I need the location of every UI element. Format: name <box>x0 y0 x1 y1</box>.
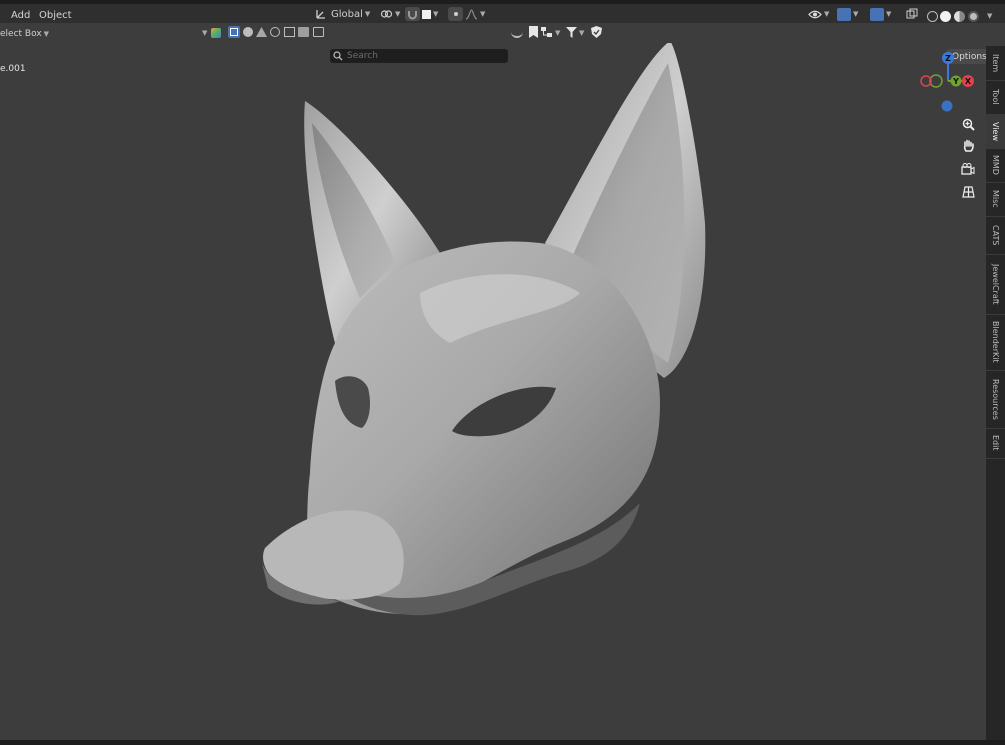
chevron-down-icon: ▼ <box>824 10 830 18</box>
select-mode-label: elect Box <box>0 28 42 39</box>
n-panel-tabs: Item Tool View MMD Misc CATS JewelCraft … <box>986 46 1005 745</box>
chevron-down-icon: ▼ <box>579 28 585 37</box>
menu-add[interactable]: Add <box>11 10 30 21</box>
orientation-label: Global <box>331 8 363 20</box>
sidebar-tab-tool[interactable]: Tool <box>986 80 1005 115</box>
filter-dropdown[interactable]: ▼ <box>566 26 584 39</box>
sphere-icon[interactable] <box>243 27 253 37</box>
solid-shading-icon[interactable] <box>940 11 951 22</box>
sidebar-tab-cats[interactable]: CATS <box>986 216 1005 255</box>
pan-button[interactable] <box>958 136 978 156</box>
snap-toggle[interactable] <box>405 7 420 21</box>
light-icon[interactable] <box>298 27 309 37</box>
hierarchy-icon <box>541 27 552 37</box>
proportional-dot-icon <box>453 12 458 16</box>
shading-chevron-down-icon[interactable]: ▼ <box>987 12 992 20</box>
shield-icon[interactable] <box>591 26 602 38</box>
gizmo-x-label: X <box>965 77 972 86</box>
select-restrict-icon[interactable] <box>228 26 240 38</box>
curve-icon[interactable] <box>511 28 523 38</box>
gizmo-neg-y[interactable] <box>929 74 943 88</box>
rendered-shading-icon[interactable] <box>968 11 979 22</box>
sidebar-tab-blenderkit[interactable]: BlenderKit <box>986 314 1005 371</box>
world-icon[interactable] <box>270 27 280 37</box>
camera-view-icon <box>961 163 975 175</box>
falloff-dropdown[interactable]: ▼ <box>465 7 485 21</box>
material-shading-icon[interactable] <box>954 11 965 22</box>
object-types-icon[interactable] <box>211 28 221 38</box>
sidebar-tab-view[interactable]: View <box>986 114 1005 149</box>
fox-mask-mesh[interactable] <box>262 43 706 616</box>
chevron-down-icon: ▼ <box>433 10 439 18</box>
zoom-icon <box>962 118 975 131</box>
gizmo-y-label: Y <box>952 77 959 86</box>
wireframe-shading-icon[interactable] <box>927 11 938 22</box>
sidebar-tab-misc[interactable]: Misc <box>986 182 1005 217</box>
sidebar-tab-edit[interactable]: Edit <box>986 428 1005 459</box>
menu-object[interactable]: Object <box>39 10 72 21</box>
funnel-icon <box>566 27 577 38</box>
tool-header: elect Box ▼ ▼ Search ▼ ▼ Options ▼ <box>0 23 1005 64</box>
overlays-icon <box>870 7 884 21</box>
chevron-down-icon: ▼ <box>886 10 892 18</box>
chevron-down-icon: ▼ <box>555 28 561 37</box>
grid-icon <box>961 186 975 198</box>
falloff-curve-icon <box>465 8 478 20</box>
transform-orientation-dropdown[interactable]: Global ▼ <box>315 7 370 21</box>
zoom-button[interactable] <box>958 114 978 134</box>
sidebar-tab-jewelcraft[interactable]: JewelCraft <box>986 254 1005 315</box>
eye-icon <box>808 10 822 18</box>
filter-chevron-down-icon[interactable]: ▼ <box>202 29 207 37</box>
gizmo-z-label: Z <box>945 54 951 63</box>
gizmo-neg-z[interactable] <box>941 100 953 112</box>
bookmark-icon[interactable] <box>529 26 538 38</box>
chevron-down-icon: ▼ <box>480 10 486 18</box>
chevron-down-icon: ▼ <box>43 29 50 38</box>
xray-icon <box>906 8 918 19</box>
orientation-icon <box>316 10 325 19</box>
bone-icon[interactable] <box>256 27 267 37</box>
status-bar <box>0 740 1005 745</box>
chevron-down-icon: ▼ <box>395 10 401 18</box>
sort-dropdown[interactable]: ▼ <box>541 26 560 39</box>
perspective-toggle-button[interactable] <box>958 182 978 202</box>
hand-icon <box>963 139 974 152</box>
pivot-point-dropdown[interactable]: ▼ <box>380 7 400 21</box>
sidebar-tab-mmd[interactable]: MMD <box>986 148 1005 183</box>
magnet-icon <box>408 10 417 19</box>
sidebar-tab-resources[interactable]: Resources <box>986 370 1005 429</box>
proportional-edit-toggle[interactable] <box>448 7 463 21</box>
viewport-canvas[interactable] <box>0 43 986 740</box>
chevron-down-icon: ▼ <box>853 10 859 18</box>
speaker-icon[interactable] <box>313 27 324 37</box>
navigation-gizmo[interactable]: Z X Y <box>918 50 978 112</box>
snap-target-dropdown[interactable]: ▼ <box>422 7 438 21</box>
gizmo-dropdown[interactable]: ▼ <box>837 7 858 21</box>
camera-view-button[interactable] <box>958 159 978 179</box>
overlays-dropdown[interactable]: ▼ <box>870 7 891 21</box>
xray-toggle[interactable] <box>905 7 919 21</box>
snap-square-icon <box>422 9 431 19</box>
chevron-down-icon: ▼ <box>364 10 371 18</box>
link-icon <box>380 10 393 18</box>
gizmo-icon <box>837 7 851 21</box>
select-box-dropdown[interactable]: elect Box ▼ <box>0 27 49 40</box>
viewport-header: Add Object Global ▼ ▼ ▼ ▼ ▼ ▼ ▼ ▼ <box>0 4 1005 23</box>
sidebar-tab-item[interactable]: Item <box>986 46 1005 81</box>
camera-icon[interactable] <box>284 27 295 37</box>
visibility-dropdown[interactable]: ▼ <box>808 7 829 21</box>
